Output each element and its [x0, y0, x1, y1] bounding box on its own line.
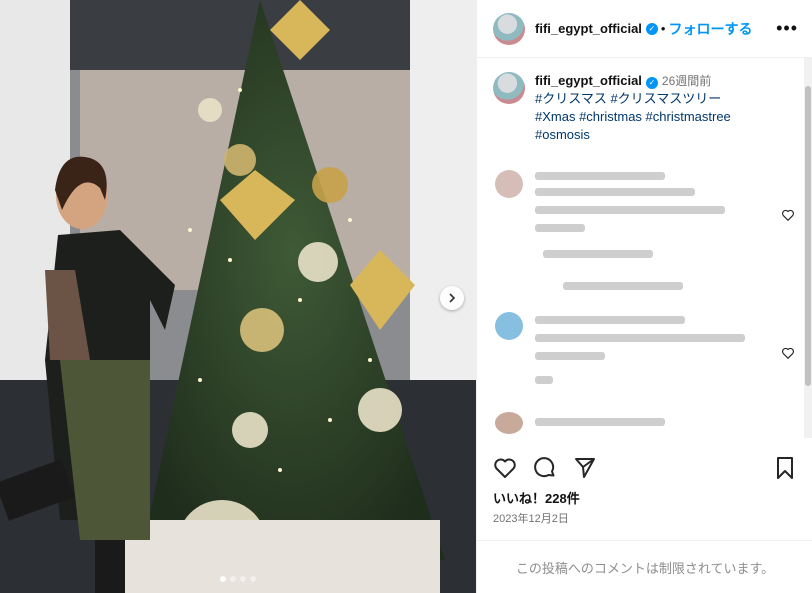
caption-avatar[interactable] [493, 72, 525, 104]
chevron-right-icon [449, 293, 456, 303]
post-date[interactable]: 2023年12月2日 [493, 510, 569, 526]
heart-icon[interactable] [493, 456, 517, 480]
caption: fifi_egypt_official ✓ 26週間前 #クリスマス #クリスマスツ… [493, 72, 793, 144]
carousel-dot [220, 576, 226, 582]
likes-count[interactable]: いいね！228件 [493, 488, 580, 507]
christmas-tree-photo [0, 0, 476, 593]
caption-username[interactable]: fifi_egypt_official [535, 73, 642, 88]
carousel-indicator [220, 576, 256, 582]
caption-hashtags-line2[interactable]: #Xmas #christmas #christmastree [535, 109, 731, 124]
comment-like-icon[interactable] [781, 346, 795, 360]
post-photo[interactable] [0, 0, 476, 593]
follow-button[interactable]: フォローする [668, 19, 752, 39]
comment-icon[interactable] [533, 456, 557, 480]
comment-like-icon[interactable] [781, 208, 795, 222]
carousel-dot [240, 576, 246, 582]
separator-dot: • [660, 21, 666, 36]
carousel-dot [250, 576, 256, 582]
more-options-icon[interactable]: ••• [776, 18, 798, 39]
share-icon[interactable] [573, 456, 597, 480]
verified-badge-icon: ✓ [645, 22, 658, 35]
comments-restricted-notice: この投稿へのコメントは制限されています。 [477, 540, 812, 593]
comments-scrollbar[interactable] [804, 58, 812, 438]
verified-badge-icon: ✓ [645, 77, 658, 89]
post-header: fifi_egypt_official ✓ • フォローする ••• [477, 0, 812, 58]
carousel-next-button[interactable] [440, 286, 464, 310]
caption-hashtags-line1[interactable]: #クリスマス #クリスマスツリー [535, 91, 721, 106]
post-actions [477, 448, 812, 488]
caption-hashtags-line3[interactable]: #osmosis [535, 127, 590, 142]
carousel-dot [230, 576, 236, 582]
avatar[interactable] [493, 12, 525, 45]
header-username[interactable]: fifi_egypt_official [535, 21, 642, 36]
comments-section[interactable]: fifi_egypt_official ✓ 26週間前 #クリスマス #クリスマスツ… [477, 58, 805, 438]
bookmark-icon[interactable] [773, 456, 797, 480]
post-panel: fifi_egypt_official ✓ • フォローする ••• fifi_… [476, 0, 812, 593]
caption-time[interactable]: 26週間前 [662, 74, 711, 88]
